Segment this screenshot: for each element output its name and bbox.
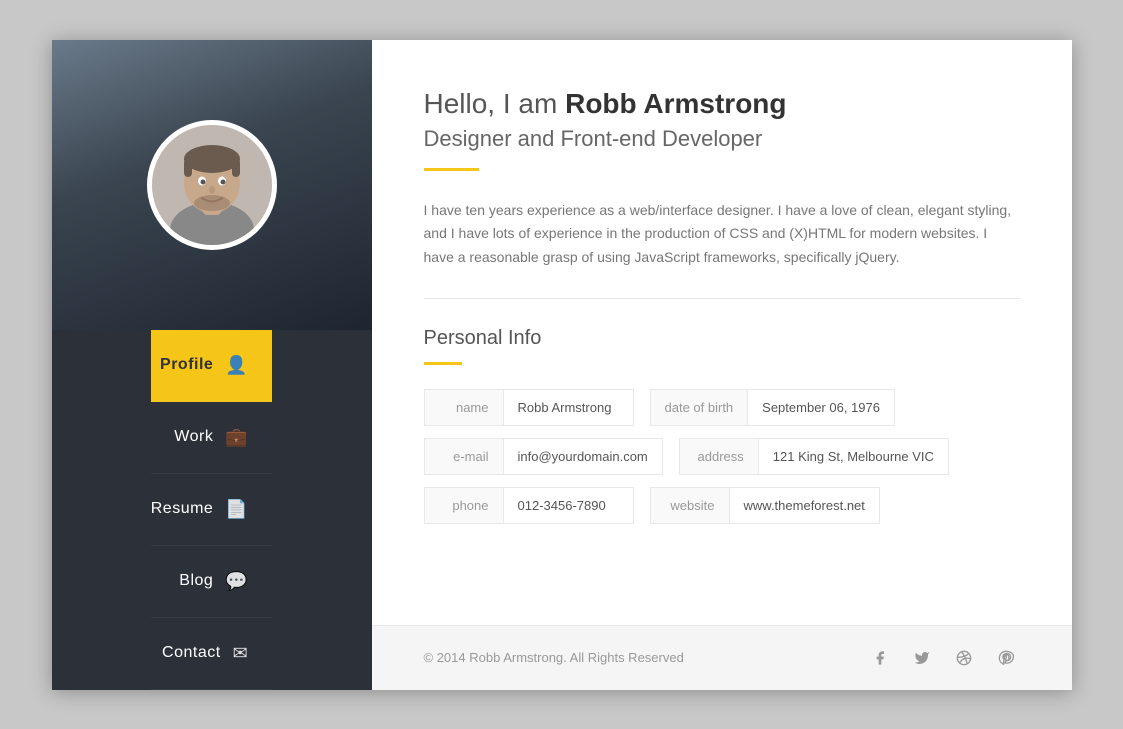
sidebar-item-resume[interactable]: Resume 📄 (151, 474, 273, 546)
main-panel: Hello, I am Robb Armstrong Designer and … (372, 40, 1072, 690)
contact-label: Contact (162, 644, 221, 662)
greeting-prefix: Hello, I am (424, 88, 566, 119)
main-content: Hello, I am Robb Armstrong Designer and … (372, 40, 1072, 625)
info-label-address: address (679, 438, 759, 475)
info-cell: phone012-3456-7890 (424, 487, 634, 524)
info-label-phone: phone (424, 487, 504, 524)
greeting: Hello, I am Robb Armstrong (424, 88, 1020, 120)
twitter-icon[interactable] (908, 644, 936, 672)
info-grid: nameRobb Armstrong date of birthSeptember… (424, 389, 1020, 524)
info-label-date-of-birth: date of birth (650, 389, 749, 426)
work-icon: 💼 (225, 427, 248, 448)
info-value-name: Robb Armstrong (504, 389, 634, 426)
profile-icon: 👤 (225, 355, 248, 376)
dribbble-icon[interactable] (950, 644, 978, 672)
blog-label: Blog (179, 572, 213, 590)
info-value-e-mail: info@yourdomain.com (504, 438, 663, 475)
avatar (147, 120, 277, 250)
footer-copy: © 2014 Robb Armstrong. All Rights Reserv… (424, 650, 684, 665)
resume-icon: 📄 (225, 499, 248, 520)
info-label-website: website (650, 487, 730, 524)
sidebar-item-contact[interactable]: Contact ✉ (151, 618, 273, 690)
name-bold: Robb Armstrong (565, 88, 786, 119)
info-cell: websitewww.themeforest.net (650, 487, 880, 524)
bio-text: I have ten years experience as a web/int… (424, 199, 1020, 270)
yellow-bar (424, 168, 479, 171)
divider (424, 298, 1020, 299)
yellow-bar-small (424, 362, 462, 365)
info-row: nameRobb Armstrong date of birthSeptember… (424, 389, 1020, 426)
info-value-phone: 012-3456-7890 (504, 487, 634, 524)
nav-menu: Profile 👤 Work 💼 Resume 📄 Blog 💬 Contact… (151, 330, 273, 690)
sidebar-item-profile[interactable]: Profile 👤 (151, 330, 273, 402)
app-container: Profile 👤 Work 💼 Resume 📄 Blog 💬 Contact… (52, 40, 1072, 690)
contact-icon: ✉ (233, 643, 249, 664)
info-cell: nameRobb Armstrong (424, 389, 634, 426)
info-label-name: name (424, 389, 504, 426)
work-label: Work (174, 428, 213, 446)
resume-label: Resume (151, 500, 214, 518)
info-value-address: 121 King St, Melbourne VIC (759, 438, 949, 475)
sidebar: Profile 👤 Work 💼 Resume 📄 Blog 💬 Contact… (52, 40, 372, 690)
info-label-e-mail: e-mail (424, 438, 504, 475)
sidebar-photo-area (52, 40, 372, 330)
facebook-icon[interactable] (866, 644, 894, 672)
info-cell: date of birthSeptember 06, 1976 (650, 389, 895, 426)
info-value-date-of-birth: September 06, 1976 (748, 389, 895, 426)
pinterest-icon[interactable] (992, 644, 1020, 672)
info-value-website: www.themeforest.net (730, 487, 880, 524)
footer-icons (866, 644, 1020, 672)
section-title: Personal Info (424, 327, 1020, 350)
info-row: e-mailinfo@yourdomain.com address121 King… (424, 438, 1020, 475)
subtitle: Designer and Front-end Developer (424, 126, 1020, 152)
info-cell: e-mailinfo@yourdomain.com (424, 438, 663, 475)
sidebar-item-blog[interactable]: Blog 💬 (151, 546, 273, 618)
profile-label: Profile (160, 356, 213, 374)
sidebar-item-work[interactable]: Work 💼 (151, 402, 273, 474)
blog-icon: 💬 (225, 571, 248, 592)
main-footer: © 2014 Robb Armstrong. All Rights Reserv… (372, 625, 1072, 690)
info-row: phone012-3456-7890 websitewww.themeforest… (424, 487, 1020, 524)
info-cell: address121 King St, Melbourne VIC (679, 438, 949, 475)
